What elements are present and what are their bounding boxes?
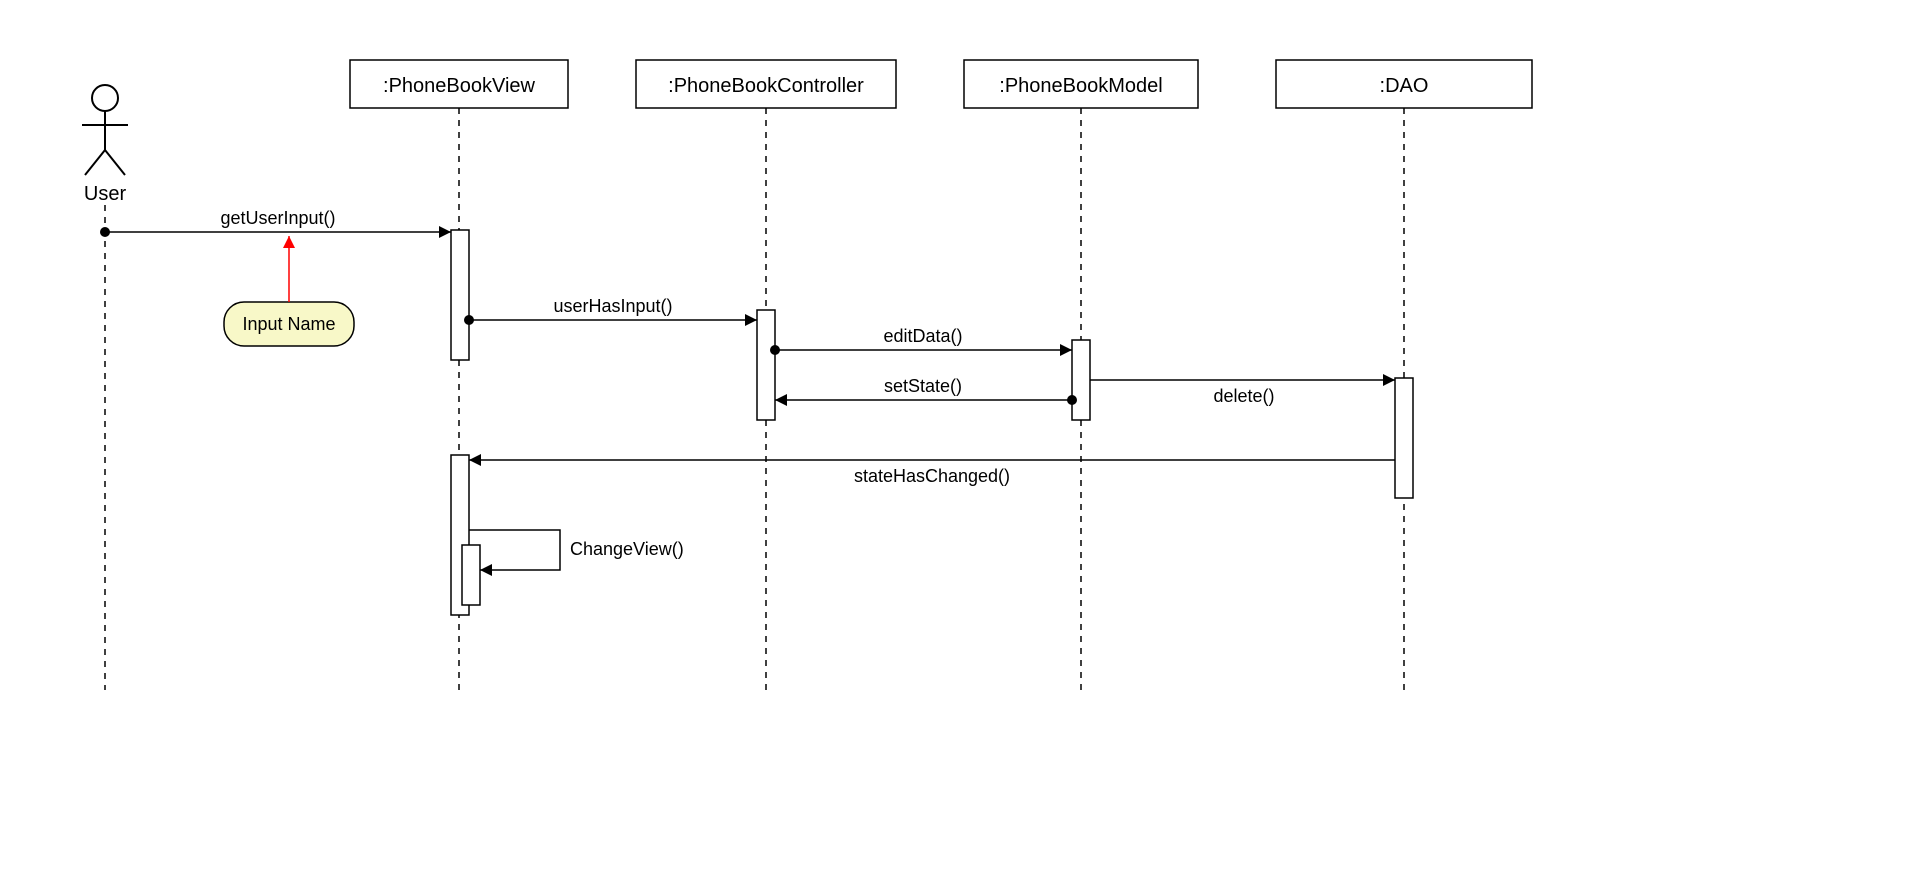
message-label-changeView: ChangeView() (570, 539, 684, 559)
activation-view-1 (451, 230, 469, 360)
message-label-delete: delete() (1213, 386, 1274, 406)
sequence-diagram: User :PhoneBookView :PhoneBookController… (0, 0, 1912, 876)
message-changeView (469, 530, 560, 570)
message-label-userHasInput: userHasInput() (553, 296, 672, 316)
activation-view-self (462, 545, 480, 605)
activation-dao (1395, 378, 1413, 498)
lifeline-dao: :DAO (1276, 60, 1532, 690)
message-label-getUserInput: getUserInput() (220, 208, 335, 228)
activation-controller (757, 310, 775, 420)
lifeline-label-2: :PhoneBookModel (999, 75, 1162, 97)
lifeline-label-0: :PhoneBookView (383, 75, 536, 97)
lifeline-label-3: :DAO (1380, 75, 1429, 97)
message-label-editData: editData() (883, 326, 962, 346)
note-label: Input Name (242, 314, 335, 334)
lifeline-label-1: :PhoneBookController (668, 75, 864, 97)
activation-model (1072, 340, 1090, 420)
message-label-setState: setState() (884, 376, 962, 396)
note-input-name: Input Name (224, 236, 354, 346)
actor-label: User (84, 183, 127, 205)
message-label-stateHasChanged: stateHasChanged() (854, 466, 1010, 486)
actor-user: User (82, 85, 128, 205)
